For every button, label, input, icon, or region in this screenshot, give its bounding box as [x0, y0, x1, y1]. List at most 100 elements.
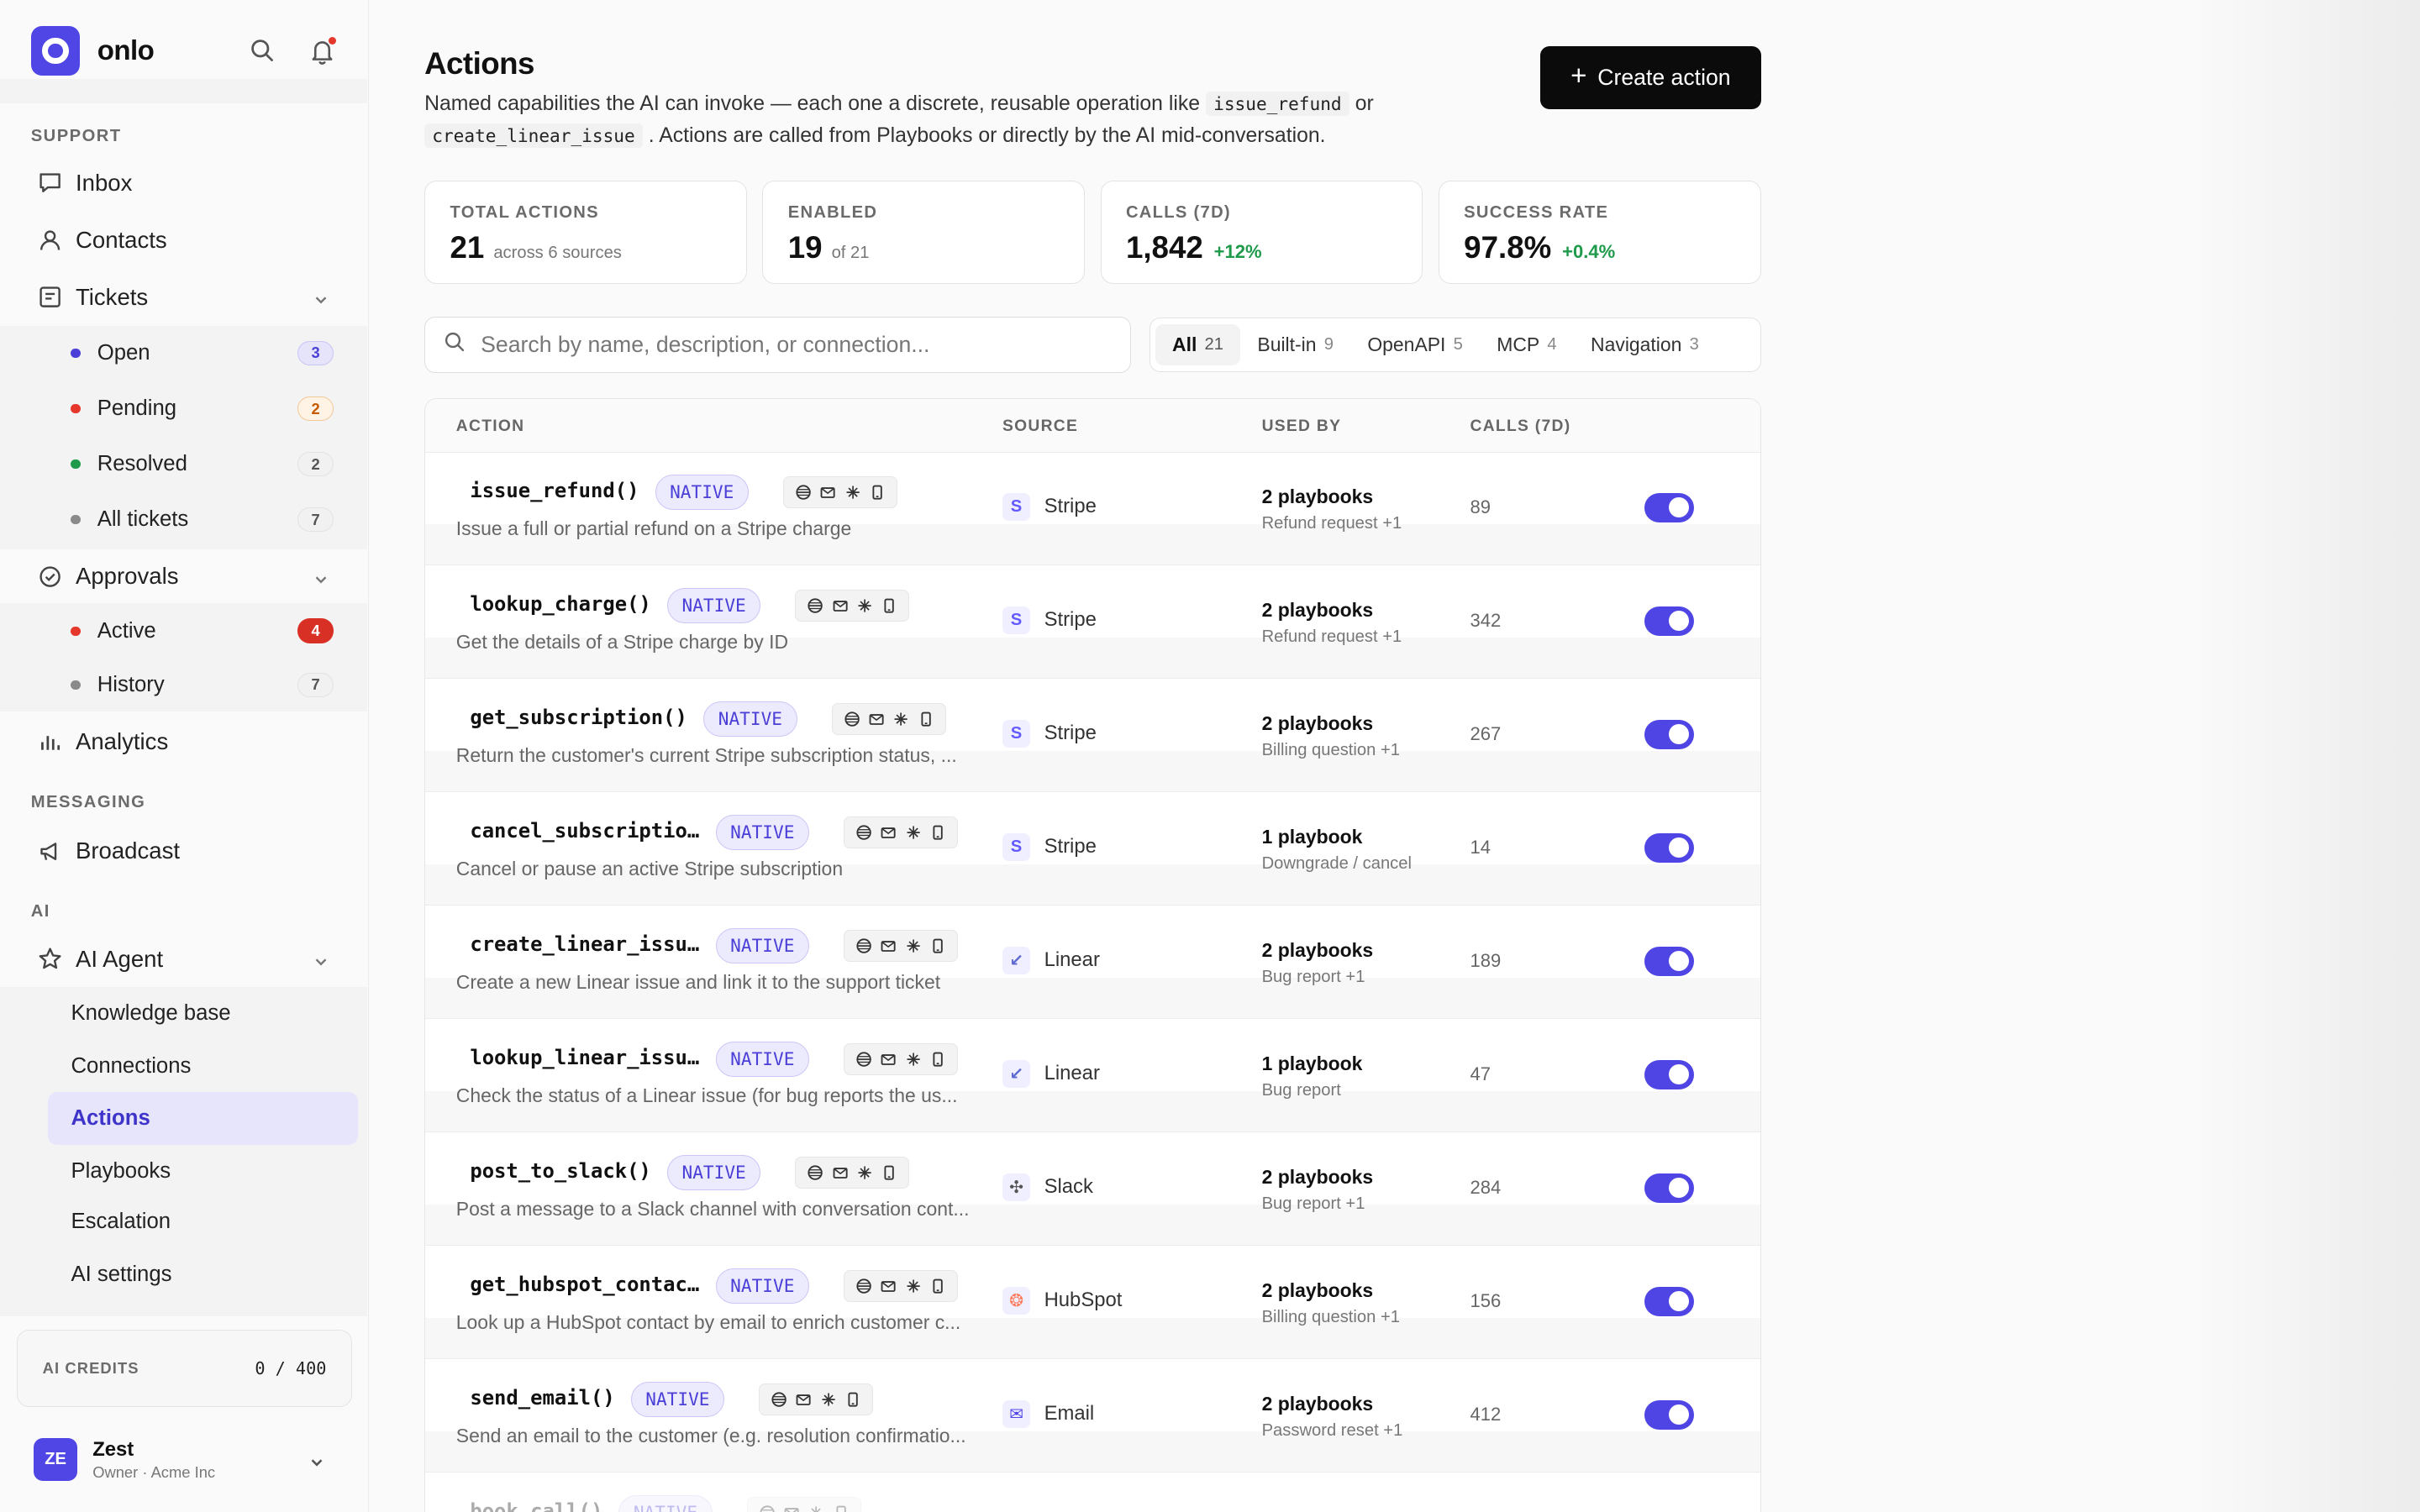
action-name[interactable]: cancel_subscriptio… — [470, 819, 699, 843]
action-description: Check the status of a Linear issue (for … — [455, 1084, 958, 1107]
enable-toggle[interactable] — [1644, 832, 1694, 863]
table-row[interactable]: lookup_charge() NATIVE Get the details of … — [425, 566, 1760, 680]
search-input[interactable] — [481, 331, 1098, 358]
phone-icon — [933, 1278, 943, 1294]
sidebar-item-ai-settings[interactable]: AI settings — [48, 1248, 358, 1300]
enable-toggle[interactable] — [1644, 1059, 1694, 1089]
chevron-down-icon[interactable] — [312, 950, 330, 969]
sidebar-item-active[interactable]: Active 4 — [71, 618, 334, 643]
channel-icons — [746, 1496, 861, 1512]
action-name[interactable]: book_call() — [470, 1499, 602, 1512]
tab-navigation[interactable]: Navigation 3 — [1574, 324, 1716, 366]
search-icon[interactable] — [249, 37, 276, 65]
action-name[interactable]: create_linear_issu… — [470, 932, 699, 956]
sidebar-item-all-tickets[interactable]: All tickets 7 — [71, 507, 334, 533]
nav-broadcast[interactable]: Broadcast — [37, 837, 180, 864]
nav-tickets[interactable]: Tickets — [37, 284, 327, 311]
megaphone-icon — [37, 838, 63, 864]
tab-mcp[interactable]: MCP 4 — [1480, 324, 1574, 366]
bell-icon[interactable] — [308, 37, 337, 65]
sidebar-item-knowledge-base[interactable]: Knowledge base — [48, 987, 358, 1039]
table-row[interactable]: get_subscription() NATIVE Return the custo… — [425, 680, 1760, 793]
table-row[interactable]: send_email() NATIVE Send an email to the c… — [425, 1360, 1760, 1473]
avatar: ZE — [34, 1438, 77, 1482]
phone-icon — [933, 938, 943, 953]
enable-toggle[interactable] — [1644, 606, 1694, 636]
used-by-cell: 2 playbooks Bug report +1 — [1261, 1165, 1374, 1214]
tab-openapi[interactable]: OpenAPI 5 — [1350, 324, 1480, 366]
sidebar-item-escalation[interactable]: Escalation — [48, 1195, 358, 1247]
chevron-down-icon[interactable] — [312, 288, 330, 307]
table-row[interactable]: create_linear_issu… NATIVE Create a new Li… — [425, 906, 1760, 1020]
sidebar-item-connections[interactable]: Connections — [48, 1040, 358, 1092]
mail-icon — [881, 1053, 896, 1065]
action-name[interactable]: post_to_slack() — [470, 1159, 650, 1183]
count-badge: 7 — [297, 507, 334, 533]
user-menu[interactable]: ZE Zest Owner · Acme Inc — [34, 1438, 215, 1482]
action-name[interactable]: lookup_linear_issu… — [470, 1046, 699, 1069]
status-dot — [71, 404, 81, 414]
slack-icon: ✣ — [1002, 1173, 1031, 1201]
channel-icons — [844, 1042, 959, 1076]
mail-icon — [784, 1507, 799, 1512]
page-title: Actions — [424, 46, 534, 81]
globe-icon — [856, 1052, 871, 1067]
tab-all[interactable]: All 21 — [1155, 323, 1241, 366]
section-support: SUPPORT — [30, 126, 122, 145]
native-badge: NATIVE — [715, 1268, 809, 1305]
ticket-icon — [37, 284, 63, 310]
chevron-down-icon[interactable] — [312, 568, 330, 586]
slack-icon — [846, 486, 860, 499]
brand[interactable]: onlo — [30, 26, 155, 76]
mail-icon — [881, 1280, 896, 1292]
action-description: Cancel or pause an active Stripe subscri… — [455, 858, 844, 880]
column-action: ACTION — [455, 417, 525, 435]
nav-analytics[interactable]: Analytics — [37, 728, 168, 755]
table-row[interactable]: issue_refund() NATIVE Issue a full or part… — [425, 453, 1760, 566]
calls-cell: 342 — [1470, 609, 1502, 631]
action-name[interactable]: get_hubspot_contac… — [470, 1273, 699, 1296]
globe-icon — [844, 711, 860, 727]
globe-icon — [796, 485, 811, 500]
action-name[interactable]: send_email() — [470, 1386, 614, 1410]
create-action-button[interactable]: + Create action — [1540, 46, 1761, 110]
nav-ai-agent[interactable]: AI Agent — [37, 946, 327, 973]
table-row[interactable]: post_to_slack() NATIVE Post a message to a… — [425, 1133, 1760, 1247]
table-row[interactable]: lookup_linear_issu… NATIVE Check the statu… — [425, 1020, 1760, 1133]
nav-inbox[interactable]: Inbox — [37, 170, 132, 197]
channel-icons — [795, 1156, 910, 1189]
table-row[interactable]: book_call() NATIVE — [425, 1473, 1760, 1512]
action-name[interactable]: issue_refund() — [470, 479, 639, 502]
enable-toggle[interactable] — [1644, 1399, 1694, 1430]
nav-contacts[interactable]: Contacts — [37, 227, 167, 254]
enable-toggle[interactable] — [1644, 1286, 1694, 1316]
count-badge: 2 — [297, 451, 334, 477]
action-name[interactable]: lookup_charge() — [470, 592, 650, 616]
status-dot — [71, 459, 81, 470]
sidebar-item-playbooks[interactable]: Playbooks — [48, 1145, 358, 1197]
table-row[interactable]: get_hubspot_contac… NATIVE Look up a HubSp… — [425, 1247, 1760, 1360]
action-name[interactable]: get_subscription() — [470, 706, 687, 729]
action-description: Issue a full or partial refund on a Stri… — [455, 517, 852, 540]
section-ai: AI — [30, 902, 50, 921]
enable-toggle[interactable] — [1644, 1173, 1694, 1203]
sidebar-item-resolved[interactable]: Resolved 2 — [71, 451, 334, 477]
native-badge: NATIVE — [666, 587, 761, 624]
table-row[interactable]: cancel_subscriptio… NATIVE Cancel or pause… — [425, 793, 1760, 906]
nav-approvals[interactable]: Approvals — [37, 563, 327, 590]
sidebar-item-open[interactable]: Open 3 — [71, 340, 334, 366]
action-description: Get the details of a Stripe charge by ID — [455, 631, 789, 654]
enable-toggle[interactable] — [1644, 719, 1694, 749]
tab-built-in[interactable]: Built-in 9 — [1240, 324, 1350, 366]
sidebar-item-actions[interactable]: Actions — [47, 1092, 359, 1145]
column-used-by: USED BY — [1261, 417, 1342, 435]
chevron-down-icon[interactable] — [308, 1450, 326, 1478]
actions-table: ACTION SOURCE USED BY CALLS (7D) issue_r… — [424, 397, 1761, 1512]
channel-icons — [795, 589, 910, 622]
sidebar-item-pending[interactable]: Pending 2 — [71, 396, 334, 422]
calls-cell: 267 — [1470, 722, 1502, 744]
mail-icon — [796, 1394, 811, 1405]
enable-toggle[interactable] — [1644, 492, 1694, 522]
sidebar-item-history[interactable]: History 7 — [71, 672, 334, 697]
enable-toggle[interactable] — [1644, 946, 1694, 976]
